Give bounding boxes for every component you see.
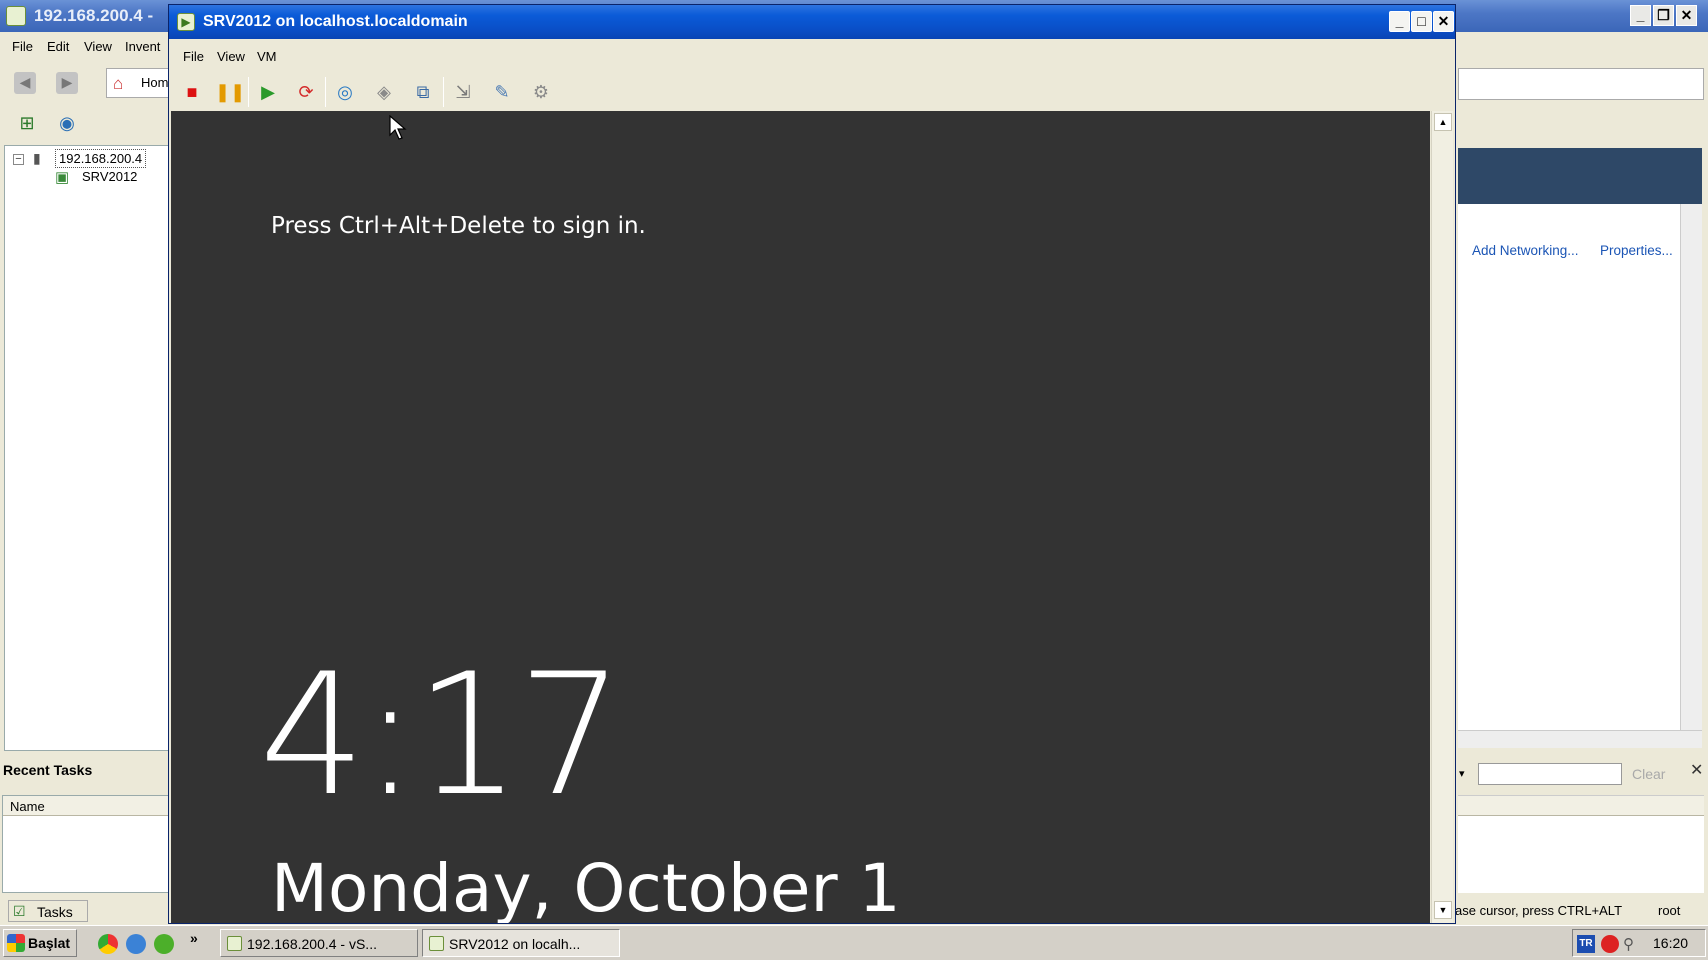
deploy-template-icon[interactable]: ◉	[56, 113, 78, 135]
close-button[interactable]: ✕	[1676, 5, 1697, 26]
quicklaunch-more-icon[interactable]: »	[190, 930, 198, 946]
taskbar-item-vsphere[interactable]: 192.168.200.4 - vS...	[220, 929, 418, 957]
tasks-icon: ☑	[13, 903, 26, 919]
recent-tasks-table: Name	[2, 795, 171, 893]
vm-toolbar: ■ ❚❚ ▶ ⟳ ◎ ◈ ⧉ ⇲ ✎ ⚙	[169, 71, 1455, 111]
vm-console-task-icon	[429, 936, 444, 951]
content-vertical-scrollbar[interactable]	[1680, 204, 1702, 730]
new-vm-icon[interactable]: ⊞	[16, 113, 38, 135]
snapshot-icon[interactable]: ◎	[332, 79, 358, 105]
signin-message: Press Ctrl+Alt+Delete to sign in.	[271, 213, 646, 239]
power-off-icon[interactable]: ■	[179, 79, 205, 105]
address-bar[interactable]	[1458, 68, 1704, 100]
start-label: Başlat	[28, 935, 71, 951]
tree-item-host[interactable]: 192.168.200.4	[55, 149, 147, 168]
toolbar-separator	[248, 77, 249, 107]
tasks-filter-input[interactable]	[1478, 763, 1622, 785]
reset-icon[interactable]: ⟳	[293, 79, 319, 105]
minimize-button[interactable]: _	[1389, 11, 1410, 32]
toolbar-separator	[443, 77, 444, 107]
vm-console-icon: ▶	[177, 13, 195, 31]
revert-snapshot-icon[interactable]: ◈	[371, 79, 397, 105]
lock-screen-date: Monday, October 1	[271, 850, 901, 923]
tree-item-vm[interactable]: SRV2012	[82, 169, 137, 184]
vm-console-title: SRV2012 on localhost.localdomain	[203, 13, 468, 30]
tray-clock[interactable]: 16:20	[1653, 935, 1688, 951]
inventory-tree: − ▮ 192.168.200.4 ▣ SRV2012	[4, 145, 170, 751]
chrome-icon[interactable]	[98, 934, 118, 954]
filter-dropdown-icon[interactable]: ▾	[1459, 767, 1465, 780]
host-server-icon: ▮	[33, 150, 41, 166]
menu-edit[interactable]: Edit	[47, 39, 69, 54]
vm-settings-icon[interactable]: ✎	[489, 79, 515, 105]
home-label: Hom	[141, 75, 169, 90]
vsphere-client-title: 192.168.200.4 -	[34, 6, 154, 25]
recent-tasks-title: Recent Tasks	[3, 762, 93, 778]
vm-console-window: ▶ SRV2012 on localhost.localdomain _ □ ✕…	[168, 4, 1456, 924]
home-breadcrumb[interactable]: ⌂ Hom	[106, 68, 170, 98]
tasks-tab[interactable]: ☑ Tasks	[8, 900, 88, 922]
close-button[interactable]: ✕	[1433, 11, 1454, 32]
scroll-up-icon[interactable]: ▲	[1434, 113, 1452, 131]
content-panel	[1458, 204, 1692, 730]
vsphere-app-icon	[6, 6, 26, 26]
console-vertical-scrollbar[interactable]: ▲ ▼	[1431, 111, 1453, 923]
power-on-icon[interactable]: ▶	[255, 79, 281, 105]
recent-tasks-table-right	[1458, 795, 1704, 893]
forward-arrow-icon[interactable]: ▶	[56, 72, 78, 94]
network-icon[interactable]: ⚲	[1623, 935, 1634, 953]
restore-button[interactable]: ❐	[1653, 5, 1674, 26]
menu-inventory[interactable]: Invent	[125, 39, 160, 54]
status-user: root	[1658, 903, 1681, 918]
add-networking-link[interactable]: Add Networking...	[1472, 243, 1579, 258]
taskbar-item-label: 192.168.200.4 - vS...	[247, 936, 377, 952]
mouse-cursor-icon	[389, 115, 407, 140]
taskbar-item-vm-console[interactable]: SRV2012 on localh...	[422, 929, 620, 957]
minimize-button[interactable]: _	[1630, 5, 1651, 26]
clear-filter-button[interactable]: Clear	[1632, 766, 1665, 782]
vsphere-task-icon	[227, 936, 242, 951]
collapse-toggle-icon[interactable]: −	[13, 154, 24, 165]
vm-menu-vm[interactable]: VM	[257, 49, 277, 64]
windows-taskbar: Başlat » 192.168.200.4 - vS... SRV2012 o…	[0, 925, 1708, 960]
vm-menu-file[interactable]: File	[183, 49, 204, 64]
console-fullscreen-icon[interactable]: ⇲	[450, 79, 476, 105]
properties-link[interactable]: Properties...	[1600, 243, 1673, 258]
internet-explorer-icon[interactable]	[126, 934, 146, 954]
windows-logo-icon	[7, 934, 25, 952]
start-button[interactable]: Başlat	[3, 929, 77, 957]
suspend-icon[interactable]: ❚❚	[215, 79, 245, 105]
antivirus-icon[interactable]	[1601, 935, 1619, 953]
tasks-column-name[interactable]: Name	[3, 796, 171, 816]
tasks-header-row	[1458, 796, 1704, 816]
menu-view[interactable]: View	[84, 39, 112, 54]
vm-running-icon: ▣	[55, 169, 70, 186]
vsphere-quicklaunch-icon[interactable]	[154, 934, 174, 954]
language-indicator[interactable]: TR	[1577, 935, 1595, 953]
back-arrow-icon[interactable]: ◀	[14, 72, 36, 94]
vm-menubar: File View VM	[169, 45, 569, 67]
home-icon: ⌂	[113, 74, 124, 93]
maximize-button[interactable]: □	[1411, 11, 1432, 32]
toolbar-separator	[325, 77, 326, 107]
content-horizontal-scrollbar[interactable]	[1458, 730, 1702, 748]
vm-console-titlebar[interactable]: ▶ SRV2012 on localhost.localdomain _ □ ✕	[169, 5, 1455, 39]
content-banner	[1458, 148, 1702, 204]
snapshot-manager-icon[interactable]: ⧉	[410, 79, 436, 105]
system-tray: TR ⚲ 16:20	[1572, 929, 1706, 957]
close-tasks-icon[interactable]: ✕	[1690, 760, 1703, 780]
scroll-down-icon[interactable]: ▼	[1434, 901, 1452, 919]
taskbar-item-label: SRV2012 on localh...	[449, 936, 581, 952]
lock-screen-time: 4:17	[259, 637, 624, 833]
vm-menu-view[interactable]: View	[217, 49, 245, 64]
tasks-tab-label: Tasks	[37, 904, 73, 920]
menu-file[interactable]: File	[12, 39, 33, 54]
vm-console-screen[interactable]: Press Ctrl+Alt+Delete to sign in. 4:17 M…	[171, 111, 1430, 923]
vm-tools-icon[interactable]: ⚙	[528, 79, 554, 105]
status-bar-text: ase cursor, press CTRL+ALT	[1455, 903, 1623, 918]
